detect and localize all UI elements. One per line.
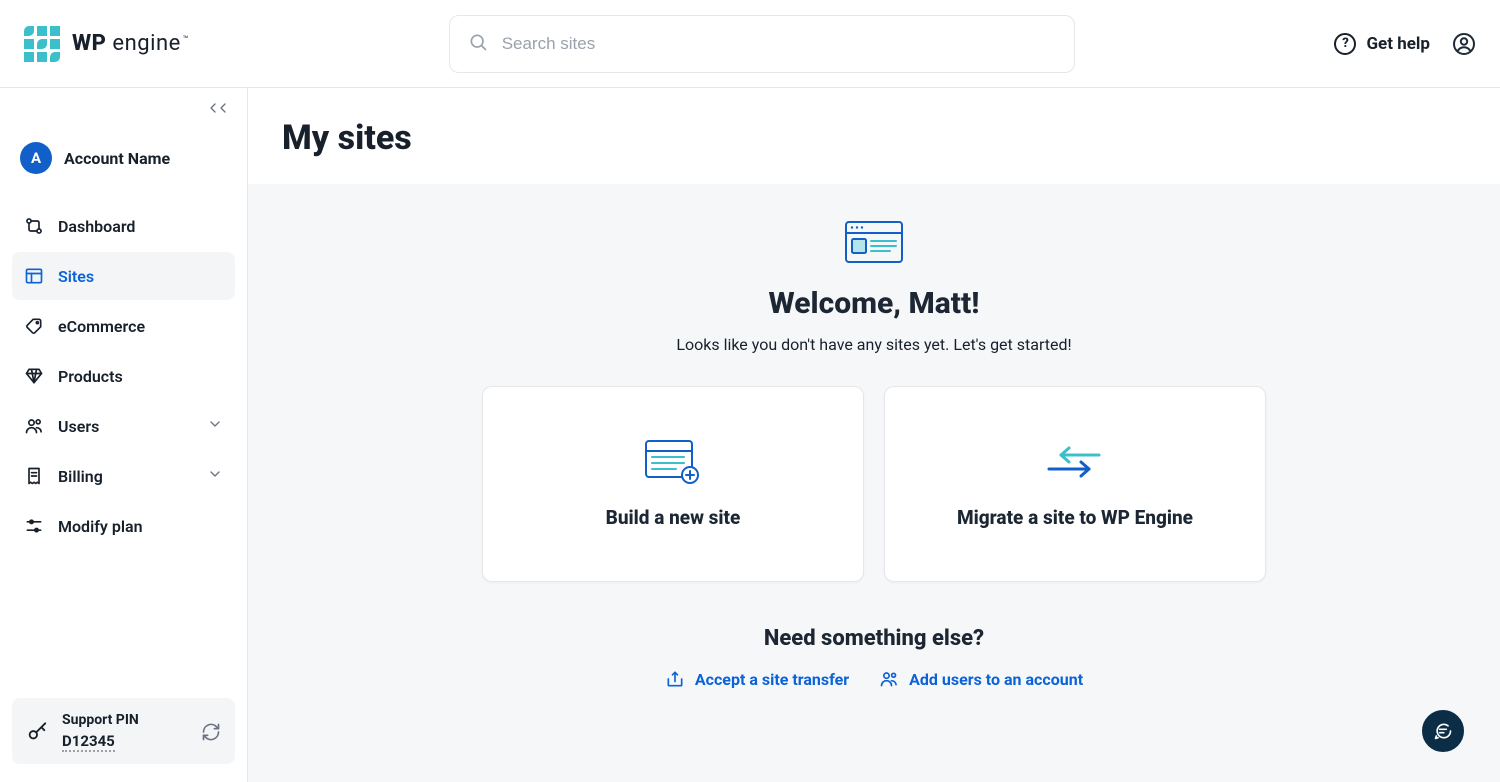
something-else: Need something else? Accept a site trans… [282,626,1466,689]
search-input[interactable] [500,33,1056,55]
brand-logo-mark [24,26,60,62]
content-area: Welcome, Matt! Looks like you don't have… [248,184,1500,782]
receipt-icon [24,466,44,486]
brand-bold: WP [72,31,106,56]
accept-transfer-label: Accept a site transfer [695,670,849,689]
account-badge: A [20,142,52,174]
brand-logo[interactable]: WP engine™ [24,26,189,62]
profile-button[interactable] [1452,32,1476,56]
brand-light: engine [112,31,180,56]
chat-icon [1433,721,1453,741]
support-pin-value[interactable]: D12345 [62,732,115,752]
welcome-title: Welcome, Matt! [769,286,980,321]
tag-icon [24,316,44,336]
sidebar-item-billing[interactable]: Billing [12,452,235,500]
support-pin-card: Support PIN D12345 [12,698,235,764]
account-switcher[interactable]: A Account Name [20,142,227,174]
action-cards: Build a new site Migrate a site t [282,386,1466,582]
users-icon [879,669,899,689]
sidebar-nav: Dashboard Sites eCommerce Products [12,202,235,550]
topbar: WP engine™ ? Get help [0,0,1500,88]
get-help-label: Get help [1366,34,1430,54]
sidebar-item-label: Users [58,417,99,436]
trademark: ™ [183,35,189,45]
sidebar-item-users[interactable]: Users [12,402,235,450]
dashboard-icon [24,216,44,236]
get-help-button[interactable]: ? Get help [1334,33,1430,55]
accept-transfer-link[interactable]: Accept a site transfer [665,669,849,689]
sidebar-item-modify-plan[interactable]: Modify plan [12,502,235,550]
sidebar-item-products[interactable]: Products [12,352,235,400]
brand-logo-text: WP engine™ [72,31,189,56]
diamond-icon [24,366,44,386]
sites-icon [24,266,44,286]
search-icon [468,32,488,56]
key-icon [26,721,48,743]
sidebar-item-label: eCommerce [58,317,145,336]
welcome-subtitle: Looks like you don't have any sites yet.… [676,335,1071,354]
sidebar-item-ecommerce[interactable]: eCommerce [12,302,235,350]
build-site-title: Build a new site [606,506,741,529]
refresh-icon [201,722,221,742]
share-icon [665,669,685,689]
build-site-icon [644,440,702,484]
users-icon [24,416,44,436]
site-illustration-icon [844,220,904,268]
add-users-label: Add users to an account [909,670,1083,689]
migrate-site-card[interactable]: Migrate a site to WP Engine [884,386,1266,582]
sidebar-item-label: Dashboard [58,217,135,236]
top-right: ? Get help [1334,32,1476,56]
page-title: My sites [248,88,1500,184]
search-field[interactable] [449,15,1075,73]
sidebar-item-label: Modify plan [58,517,143,536]
sidebar: A Account Name Dashboard Sites eCom [0,88,248,782]
chevron-down-icon [207,416,223,436]
refresh-pin-button[interactable] [201,722,221,742]
migrate-site-title: Migrate a site to WP Engine [957,506,1193,529]
sidebar-item-label: Products [58,367,123,386]
sidebar-item-dashboard[interactable]: Dashboard [12,202,235,250]
sliders-icon [24,516,44,536]
sidebar-item-sites[interactable]: Sites [12,252,235,300]
chevron-left-icon [215,100,231,116]
main-content: My sites [248,88,1500,782]
collapse-sidebar-button[interactable] [205,100,231,116]
chevron-down-icon [207,466,223,486]
profile-icon [1452,32,1476,56]
welcome-hero: Welcome, Matt! Looks like you don't have… [282,220,1466,354]
sidebar-item-label: Billing [58,467,103,486]
add-users-link[interactable]: Add users to an account [879,669,1083,689]
chat-button[interactable] [1422,710,1464,752]
sidebar-item-label: Sites [58,267,94,286]
something-else-title: Need something else? [282,626,1466,651]
migrate-icon [1045,440,1105,484]
support-pin-label: Support PIN [62,712,139,728]
help-icon: ? [1334,33,1356,55]
build-site-card[interactable]: Build a new site [482,386,864,582]
account-name: Account Name [64,149,170,168]
